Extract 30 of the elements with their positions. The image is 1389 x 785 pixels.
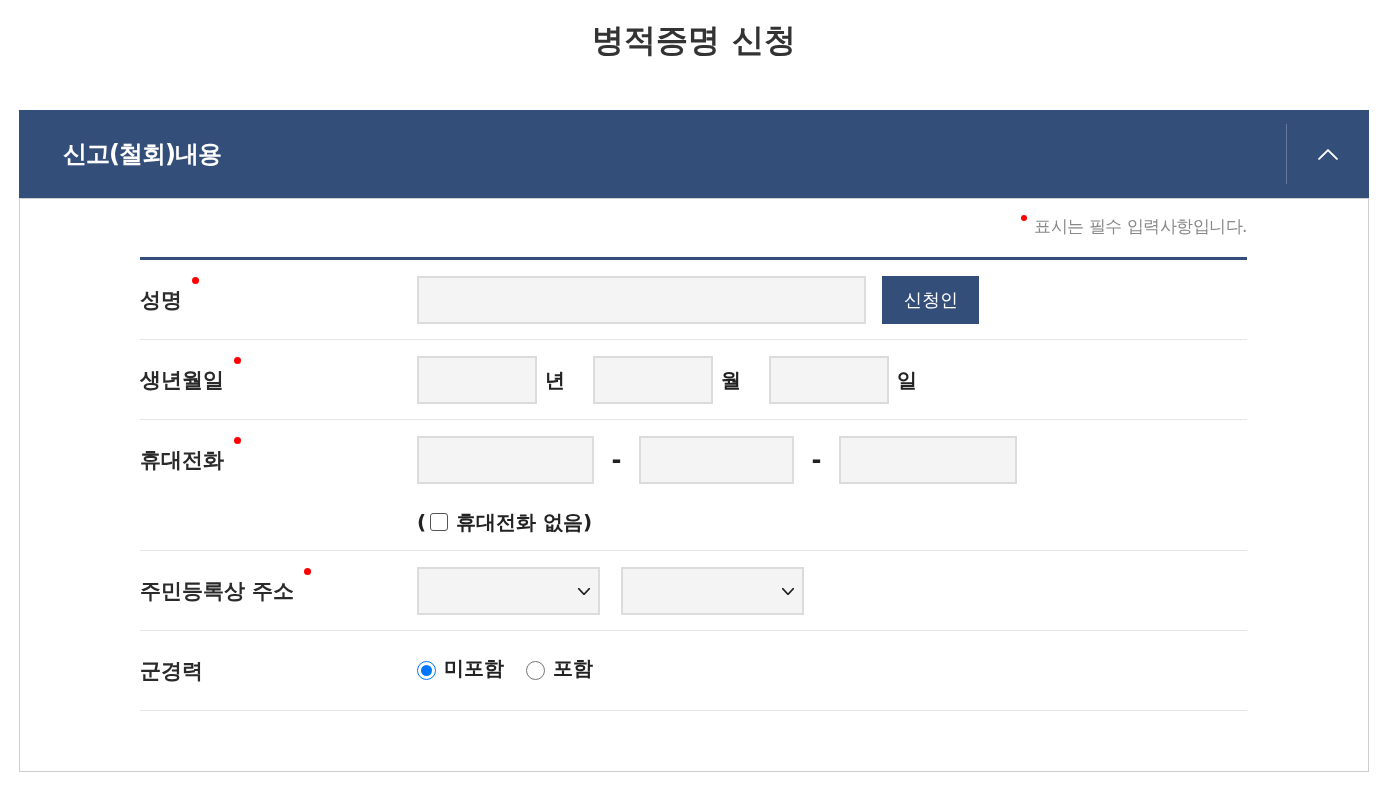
phone-input-field[interactable] <box>417 436 594 484</box>
checkbox-label: 휴대전화 없음) <box>456 510 593 534</box>
dropdown-select[interactable] <box>417 567 600 615</box>
section-title: 신고(철회)내용 <box>63 139 221 170</box>
paren-text: ( <box>417 510 427 534</box>
field-label: 주민등록상 주소 <box>140 578 295 605</box>
unit-text: 월 <box>721 366 741 394</box>
radio-option[interactable]: 포함 <box>526 656 593 680</box>
field-label: 군경력 <box>140 658 203 685</box>
dash-text: - <box>610 446 623 474</box>
phone-input-field[interactable] <box>839 436 1017 484</box>
field-label: 성명 <box>140 287 182 314</box>
dropdown-select[interactable] <box>621 567 804 615</box>
field-label: 휴대전화 <box>140 447 224 474</box>
radio-option[interactable]: 미포함 <box>417 656 504 680</box>
phone-input-field[interactable] <box>639 436 794 484</box>
dash-text: - <box>810 446 823 474</box>
date-input-field[interactable] <box>417 356 537 404</box>
date-input-field[interactable] <box>769 356 889 404</box>
required-dot-icon <box>1021 215 1028 221</box>
applicant-button[interactable]: 신청인 <box>882 276 979 324</box>
date-input-field[interactable] <box>593 356 713 404</box>
page-title: 병적증명 신청 <box>592 20 796 61</box>
required-note: 표시는 필수 입력사항입니다. <box>1034 215 1247 238</box>
name-input-field[interactable] <box>417 276 866 324</box>
unit-text: 일 <box>897 366 917 394</box>
checkbox[interactable] <box>430 513 449 531</box>
unit-text: 년 <box>545 366 565 394</box>
field-label: 생년월일 <box>140 367 224 394</box>
chevron-up-icon <box>1318 148 1338 160</box>
